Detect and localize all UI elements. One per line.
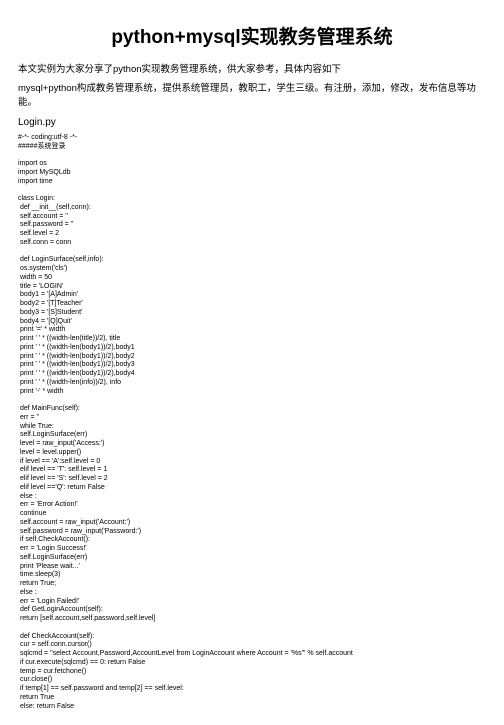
intro-paragraph-1: 本文实例为大家分享了python实现教务管理系统，供大家参考，具体内容如下 — [18, 63, 486, 76]
intro-paragraph-2: mysql+python构成教务管理系统，提供系统管理员，教职工，学生三级。有注… — [18, 82, 486, 109]
page-title: python+mysql实现教务管理系统 — [18, 22, 486, 49]
code-block: #-*- coding:utf-8 -*- #####系统登录 import o… — [18, 134, 486, 712]
filename-label: Login.py — [18, 117, 486, 128]
document-container: python+mysql实现教务管理系统 本文实例为大家分享了python实现教… — [0, 0, 504, 725]
